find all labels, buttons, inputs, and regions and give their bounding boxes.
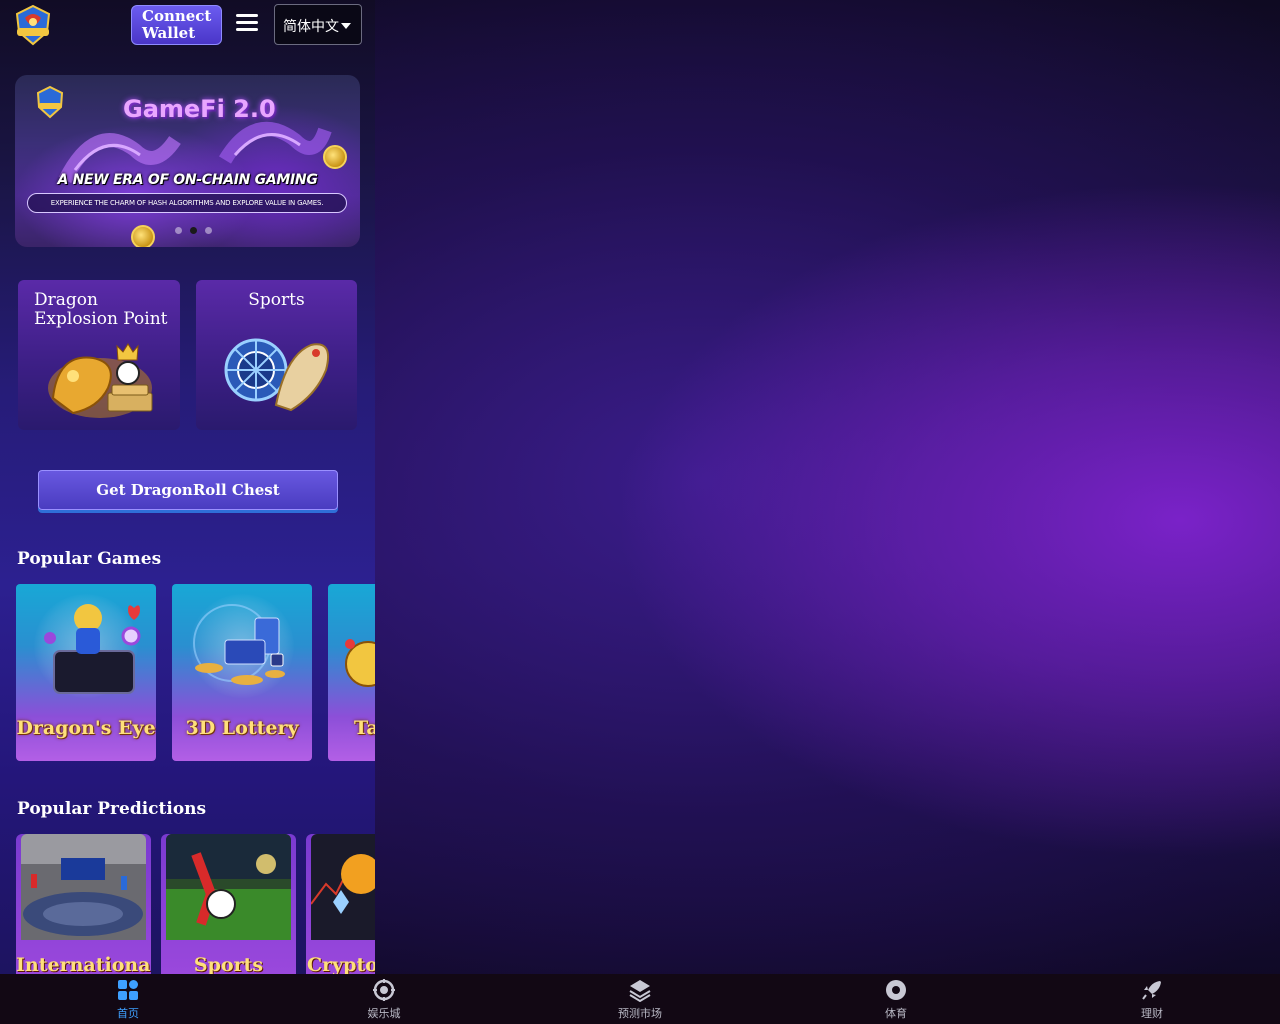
coin-icon — [323, 145, 347, 169]
bottom-nav: 首页 娱乐城 预测市场 体育 理财 — [0, 974, 1280, 1024]
category-dragon-explosion-point[interactable]: Dragon Explosion Point — [18, 280, 180, 430]
promo-banner[interactable]: GameFi 2.0 A NEW ERA OF ON-CHAIN GAMING … — [15, 75, 360, 247]
get-dragonroll-chest-button[interactable]: Get DragonRoll Chest — [38, 470, 338, 510]
prediction-name: Crypto — [307, 954, 375, 974]
prediction-name: Sports — [193, 954, 264, 974]
game-name: Ta — [354, 717, 375, 739]
game-name: Dragon's Eye — [16, 717, 156, 739]
banner-logo-icon — [36, 85, 64, 119]
nav-item-sports[interactable]: 体育 — [768, 974, 1024, 1024]
connect-wallet-button[interactable]: Connect Wallet — [131, 5, 222, 45]
parliament-photo — [21, 834, 146, 940]
nav-label: 理财 — [1141, 1007, 1163, 1020]
sports-dragon-icon — [224, 338, 330, 412]
category-sports[interactable]: Sports — [196, 280, 357, 430]
popular-predictions-title: Popular Predictions — [17, 799, 207, 819]
game-name: 3D Lottery — [185, 717, 299, 739]
popular-games-title: Popular Games — [17, 549, 162, 569]
nav-item-prediction-market[interactable]: 预测市场 — [512, 974, 768, 1024]
language-select[interactable]: 简体中文 — [274, 4, 362, 45]
banner-subtitle: A NEW ERA OF ON-CHAIN GAMING — [57, 172, 318, 188]
category-label: Dragon Explosion Point — [34, 290, 168, 329]
nav-label: 体育 — [885, 1007, 907, 1020]
coin-icon — [131, 225, 155, 247]
game-art — [345, 639, 375, 687]
dragons-eye-art — [44, 604, 141, 694]
soccer-photo — [166, 834, 291, 940]
hamburger-menu-icon[interactable] — [236, 14, 258, 34]
nav-item-home[interactable]: 首页 — [0, 974, 256, 1024]
carousel-dot[interactable] — [175, 227, 182, 234]
rocket-icon — [1142, 981, 1161, 1000]
prediction-card-crypto[interactable]: Crypto — [306, 834, 375, 974]
language-value: 简体中文 — [283, 19, 339, 35]
home-grid-icon — [118, 980, 138, 1000]
prediction-card-international[interactable]: International — [16, 834, 151, 974]
game-card-3d-lottery[interactable]: 3D Lottery — [172, 584, 312, 761]
dragon-shield-logo[interactable] — [11, 4, 55, 46]
lottery-art — [193, 604, 285, 685]
game-card-partial[interactable]: Ta — [328, 584, 375, 761]
nav-label: 娱乐城 — [367, 1007, 401, 1020]
nav-item-casino[interactable]: 娱乐城 — [256, 974, 512, 1024]
carousel-dot-active[interactable] — [190, 227, 197, 234]
chevron-down-icon — [341, 23, 351, 29]
banner-title: GameFi 2.0 — [123, 95, 276, 123]
layers-icon — [629, 980, 651, 1002]
top-bar: Connect Wallet 简体中文 — [0, 0, 375, 52]
category-label: Sports — [248, 290, 305, 310]
casino-chip-icon — [373, 979, 395, 1001]
nav-label: 首页 — [117, 1007, 139, 1020]
nav-item-finance[interactable]: 理财 — [1024, 974, 1280, 1024]
nav-label: 预测市场 — [618, 1007, 662, 1020]
ball-icon — [886, 980, 906, 1000]
golden-dragon-icon — [48, 343, 153, 418]
carousel-dots — [175, 227, 212, 234]
game-card-dragons-eye[interactable]: Dragon's Eye — [16, 584, 156, 761]
banner-tagline: EXPERIENCE THE CHARM OF HASH ALGORITHMS … — [27, 193, 347, 213]
mobile-app-column: Connect Wallet 简体中文 GameFi 2.0 A NEW ERA… — [0, 0, 375, 974]
prediction-card-sports[interactable]: Sports — [161, 834, 296, 974]
prediction-name: International — [16, 954, 151, 974]
carousel-dot[interactable] — [205, 227, 212, 234]
crypto-photo — [311, 834, 375, 940]
